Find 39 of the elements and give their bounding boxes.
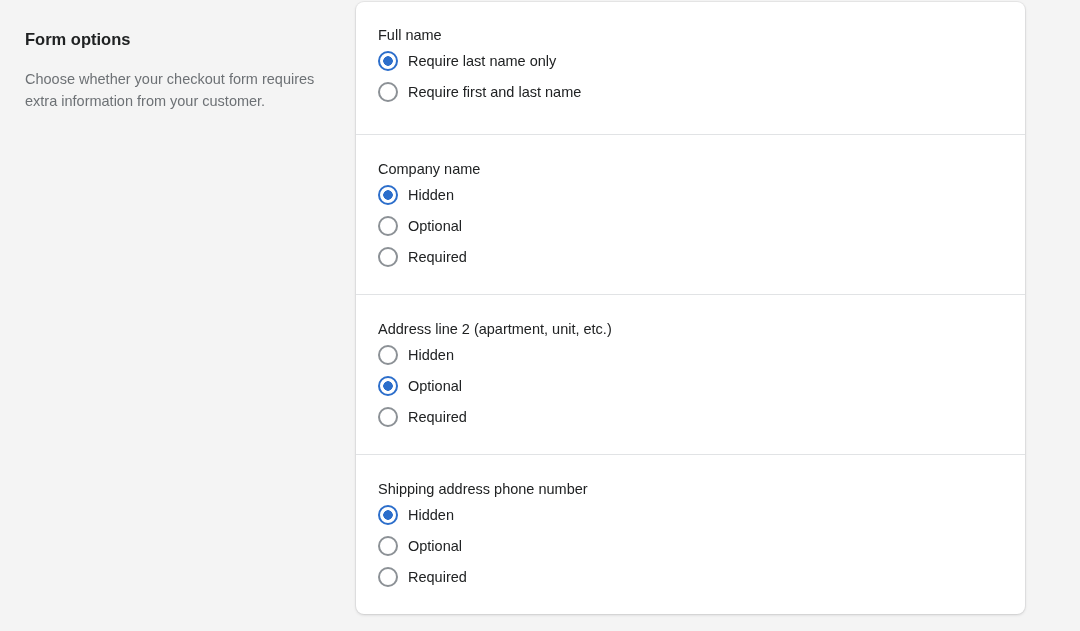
option-label: Hidden xyxy=(408,346,454,363)
radio-option[interactable]: Optional xyxy=(378,370,462,401)
field-label: Company name xyxy=(378,160,482,179)
field-label: Address line 2 (apartment, unit, etc.) xyxy=(378,320,613,339)
radio-option[interactable]: Hidden xyxy=(378,499,454,530)
radio-option[interactable]: Optional xyxy=(378,210,462,241)
radio-unselected[interactable] xyxy=(378,535,398,556)
field-label: Full name xyxy=(378,26,443,45)
field-label: Shipping address phone number xyxy=(378,480,589,499)
radio-option[interactable]: Required xyxy=(378,241,467,272)
radio-selected[interactable] xyxy=(378,375,398,396)
option-label: Optional xyxy=(408,217,462,234)
section-title: Form options xyxy=(25,29,132,50)
option-label: Require first and last name xyxy=(408,83,582,100)
radio-option[interactable]: Required xyxy=(378,561,467,592)
option-label: Required xyxy=(408,408,467,425)
option-label: Hidden xyxy=(408,506,454,523)
radio-option[interactable]: Required xyxy=(378,401,467,432)
radio-unselected[interactable] xyxy=(378,215,398,236)
radio-option[interactable]: Require last name only xyxy=(378,45,557,76)
radio-unselected[interactable] xyxy=(378,246,398,267)
option-label: Optional xyxy=(408,537,462,554)
section-description: Choose whether your checkout form requires extra information from your customer. xyxy=(25,70,316,111)
radio-unselected[interactable] xyxy=(378,566,398,587)
radio-option[interactable]: Optional xyxy=(378,530,462,561)
option-label: Require last name only xyxy=(408,52,557,69)
radio-option[interactable]: Hidden xyxy=(378,339,454,370)
option-label: Required xyxy=(408,248,467,265)
radio-selected[interactable] xyxy=(378,504,398,525)
radio-selected[interactable] xyxy=(378,50,398,71)
option-label: Hidden xyxy=(408,186,454,203)
radio-unselected[interactable] xyxy=(378,344,398,365)
option-label: Required xyxy=(408,568,467,585)
option-label: Optional xyxy=(408,377,462,394)
radio-option[interactable]: Require first and last name xyxy=(378,76,582,107)
radio-option[interactable]: Hidden xyxy=(378,179,454,210)
radio-selected[interactable] xyxy=(378,184,398,205)
radio-unselected[interactable] xyxy=(378,81,398,102)
radio-unselected[interactable] xyxy=(378,406,398,427)
